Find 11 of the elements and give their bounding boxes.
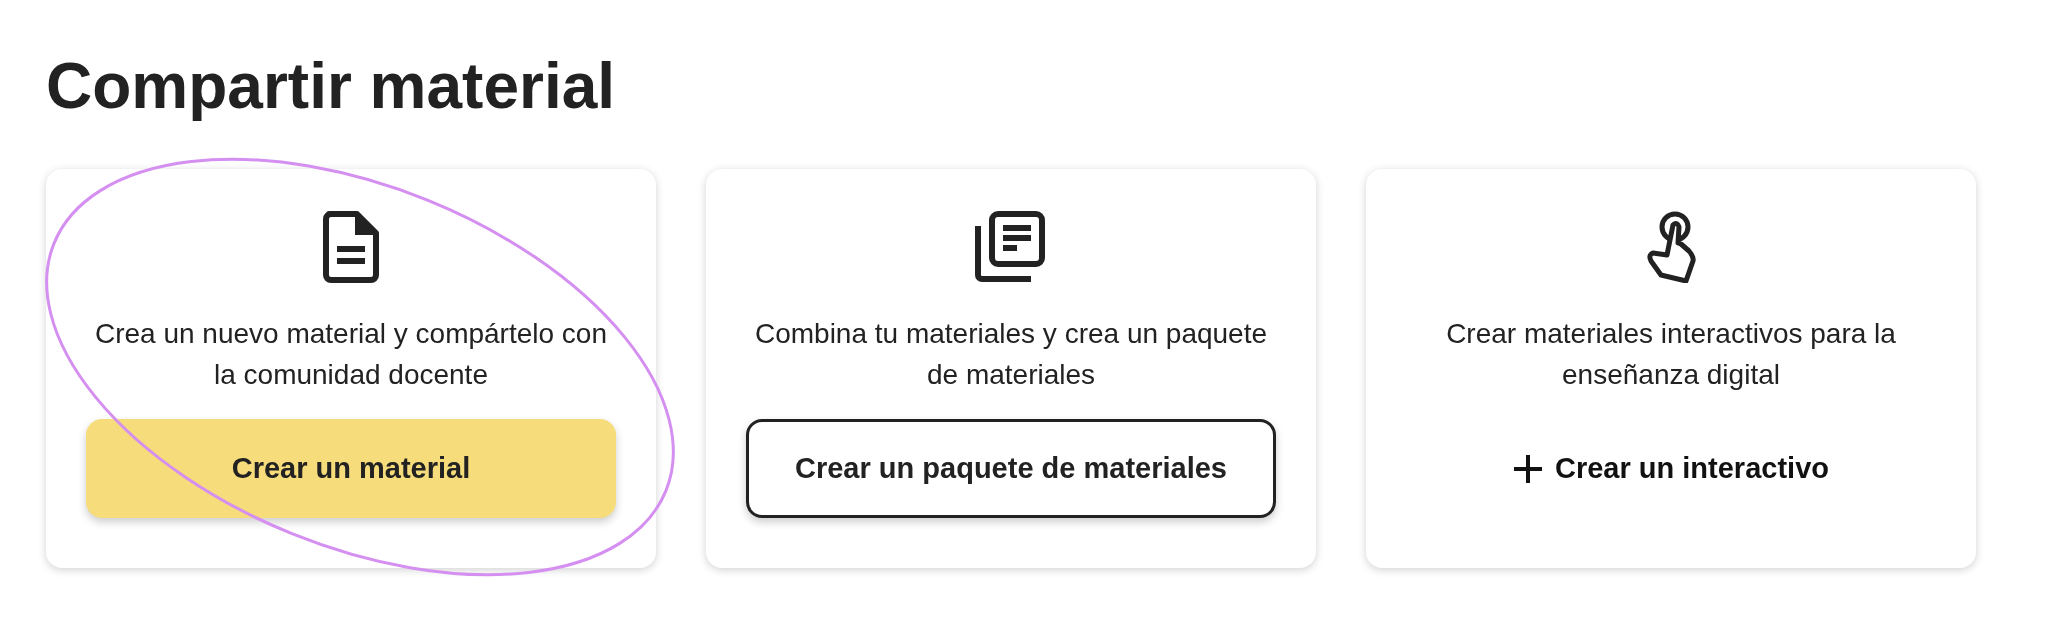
document-icon bbox=[323, 211, 379, 283]
plus-icon bbox=[1513, 453, 1543, 484]
documents-stack-icon bbox=[975, 211, 1047, 283]
page-title: Compartir material bbox=[46, 49, 617, 124]
card-description: Crea un nuevo material y compártelo con la comunidad docente bbox=[93, 317, 608, 392]
card-description: Crear materiales interactivos para la enseñanza digital bbox=[1445, 317, 1897, 392]
pointing-hand-icon bbox=[1645, 211, 1697, 283]
create-interactive-button[interactable]: Crear un interactivo bbox=[1406, 419, 1936, 518]
card-description: Combina tu materiales y crea un paquete de materiales bbox=[753, 317, 1269, 392]
create-package-button[interactable]: Crear un paquete de materiales bbox=[746, 419, 1276, 518]
create-material-button[interactable]: Crear un material bbox=[86, 419, 616, 518]
